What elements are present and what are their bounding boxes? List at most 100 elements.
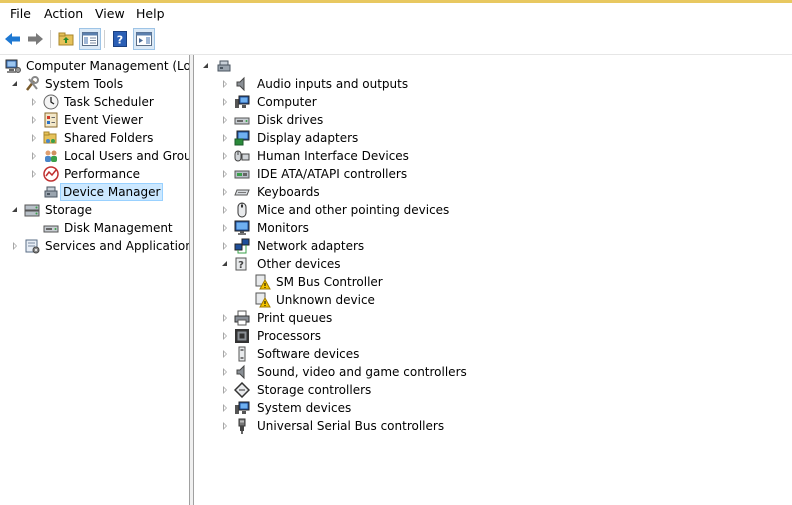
tree-item-event-viewer[interactable]: Event Viewer — [0, 111, 189, 129]
collapsed-arrow-icon[interactable] — [221, 93, 231, 111]
collapsed-arrow-icon[interactable] — [221, 111, 231, 129]
device-category[interactable]: Monitors — [194, 219, 792, 237]
tree-item-device-manager[interactable]: Device Manager — [0, 183, 189, 201]
device-item[interactable]: Unknown device — [194, 291, 792, 309]
menu-file[interactable]: File — [9, 6, 32, 22]
device-category[interactable]: Universal Serial Bus controllers — [194, 417, 792, 435]
help-button[interactable]: ? — [109, 28, 131, 50]
device-category-label: Print queues — [257, 311, 333, 325]
device-category[interactable]: Print queues — [194, 309, 792, 327]
tree-label: Computer Management (Local — [26, 59, 189, 73]
collapsed-arrow-icon[interactable] — [221, 309, 231, 327]
collapsed-arrow-icon[interactable] — [11, 237, 21, 255]
collapsed-arrow-icon[interactable] — [221, 201, 231, 219]
menu-action[interactable]: Action — [43, 6, 84, 22]
show-hide-console-tree-button[interactable] — [79, 28, 101, 50]
device-category[interactable]: Network adapters — [194, 237, 792, 255]
disk-management-icon — [43, 225, 59, 233]
device-category-label: Computer — [257, 95, 317, 109]
collapsed-arrow-icon[interactable] — [30, 129, 40, 147]
menu-view[interactable]: View — [94, 6, 126, 22]
tree-label: Services and Applications — [45, 239, 189, 253]
collapsed-arrow-icon[interactable] — [221, 399, 231, 417]
collapsed-arrow-icon[interactable] — [30, 147, 40, 165]
tree-label: Performance — [64, 167, 141, 181]
collapsed-arrow-icon[interactable] — [221, 219, 231, 237]
human-interface-device-icon — [234, 150, 250, 162]
back-button[interactable] — [2, 28, 24, 50]
collapsed-arrow-icon[interactable] — [221, 381, 231, 399]
tree-item-storage[interactable]: Storage — [0, 201, 189, 219]
device-category-label: Storage controllers — [257, 383, 372, 397]
expanded-arrow-icon[interactable] — [11, 201, 21, 219]
device-category[interactable]: Audio inputs and outputs — [194, 75, 792, 93]
collapsed-arrow-icon[interactable] — [30, 93, 40, 111]
expanded-arrow-icon[interactable] — [202, 57, 212, 75]
device-category-label: Keyboards — [257, 185, 320, 199]
collapsed-arrow-icon[interactable] — [221, 237, 231, 255]
tree-label-selected: Device Manager — [60, 183, 164, 201]
forward-button[interactable] — [24, 28, 46, 50]
device-category[interactable]: Sound, video and game controllers — [194, 363, 792, 381]
tree-label: Local Users and Groups — [64, 149, 189, 163]
tree-item-task-scheduler[interactable]: Task Scheduler — [0, 93, 189, 111]
device-category[interactable]: System devices — [194, 399, 792, 417]
device-category-label: System devices — [257, 401, 352, 415]
usb-icon — [238, 418, 246, 434]
up-one-level-button[interactable] — [55, 28, 77, 50]
device-category[interactable]: Display adapters — [194, 129, 792, 147]
collapsed-arrow-icon[interactable] — [221, 417, 231, 435]
collapsed-arrow-icon[interactable] — [221, 327, 231, 345]
device-category-label: Human Interface Devices — [257, 149, 409, 163]
collapsed-arrow-icon[interactable] — [30, 165, 40, 183]
tree-item-computer-management[interactable]: Computer Management (Local — [0, 57, 189, 75]
device-category[interactable]: IDE ATA/ATAPI controllers — [194, 165, 792, 183]
warning-device-icon — [255, 292, 271, 308]
tree-item-system-tools[interactable]: System Tools — [0, 75, 189, 93]
menu-help[interactable]: Help — [135, 6, 166, 22]
tree-label: Event Viewer — [64, 113, 143, 127]
device-category[interactable]: ? Other devices — [194, 255, 792, 273]
collapsed-arrow-icon[interactable] — [221, 129, 231, 147]
device-category[interactable]: Storage controllers — [194, 381, 792, 399]
printer-icon — [234, 310, 250, 326]
tree-item-services-and-applications[interactable]: Services and Applications — [0, 237, 189, 255]
device-category[interactable]: Processors — [194, 327, 792, 345]
device-category-label: Audio inputs and outputs — [257, 77, 409, 91]
device-category-label: Mice and other pointing devices — [257, 203, 450, 217]
collapsed-arrow-icon[interactable] — [221, 363, 231, 381]
tree-label: Task Scheduler — [64, 95, 154, 109]
collapsed-arrow-icon[interactable] — [30, 111, 40, 129]
collapsed-arrow-icon[interactable] — [221, 147, 231, 165]
device-category[interactable]: Computer — [194, 93, 792, 111]
device-category-label: Processors — [257, 329, 322, 343]
device-category[interactable]: Software devices — [194, 345, 792, 363]
display-adapter-icon — [234, 130, 250, 146]
device-category[interactable]: Keyboards — [194, 183, 792, 201]
device-tree-root[interactable] — [194, 57, 792, 75]
shared-folders-icon — [43, 131, 57, 144]
show-hide-action-pane-button[interactable] — [133, 28, 155, 50]
collapsed-arrow-icon[interactable] — [221, 165, 231, 183]
expanded-arrow-icon[interactable] — [11, 75, 21, 93]
collapsed-arrow-icon[interactable] — [221, 75, 231, 93]
tree-item-performance[interactable]: Performance — [0, 165, 189, 183]
collapsed-arrow-icon[interactable] — [221, 183, 231, 201]
device-category-label: Display adapters — [257, 131, 359, 145]
tree-item-disk-management[interactable]: Disk Management — [0, 219, 189, 237]
collapsed-arrow-icon[interactable] — [221, 345, 231, 363]
device-category[interactable]: Mice and other pointing devices — [194, 201, 792, 219]
event-viewer-icon — [44, 112, 58, 128]
tree-item-local-users-and-groups[interactable]: Local Users and Groups — [0, 147, 189, 165]
device-item[interactable]: SM Bus Controller — [194, 273, 792, 291]
device-category-label: Sound, video and game controllers — [257, 365, 467, 379]
mouse-icon — [237, 202, 247, 218]
expanded-arrow-icon[interactable] — [221, 255, 231, 273]
device-category-label: Monitors — [257, 221, 309, 235]
tree-item-shared-folders[interactable]: Shared Folders — [0, 129, 189, 147]
device-category[interactable]: Human Interface Devices — [194, 147, 792, 165]
services-icon — [25, 239, 40, 254]
device-category[interactable]: Disk drives — [194, 111, 792, 129]
device-category-label: Disk drives — [257, 113, 324, 127]
computer-icon — [235, 95, 250, 108]
